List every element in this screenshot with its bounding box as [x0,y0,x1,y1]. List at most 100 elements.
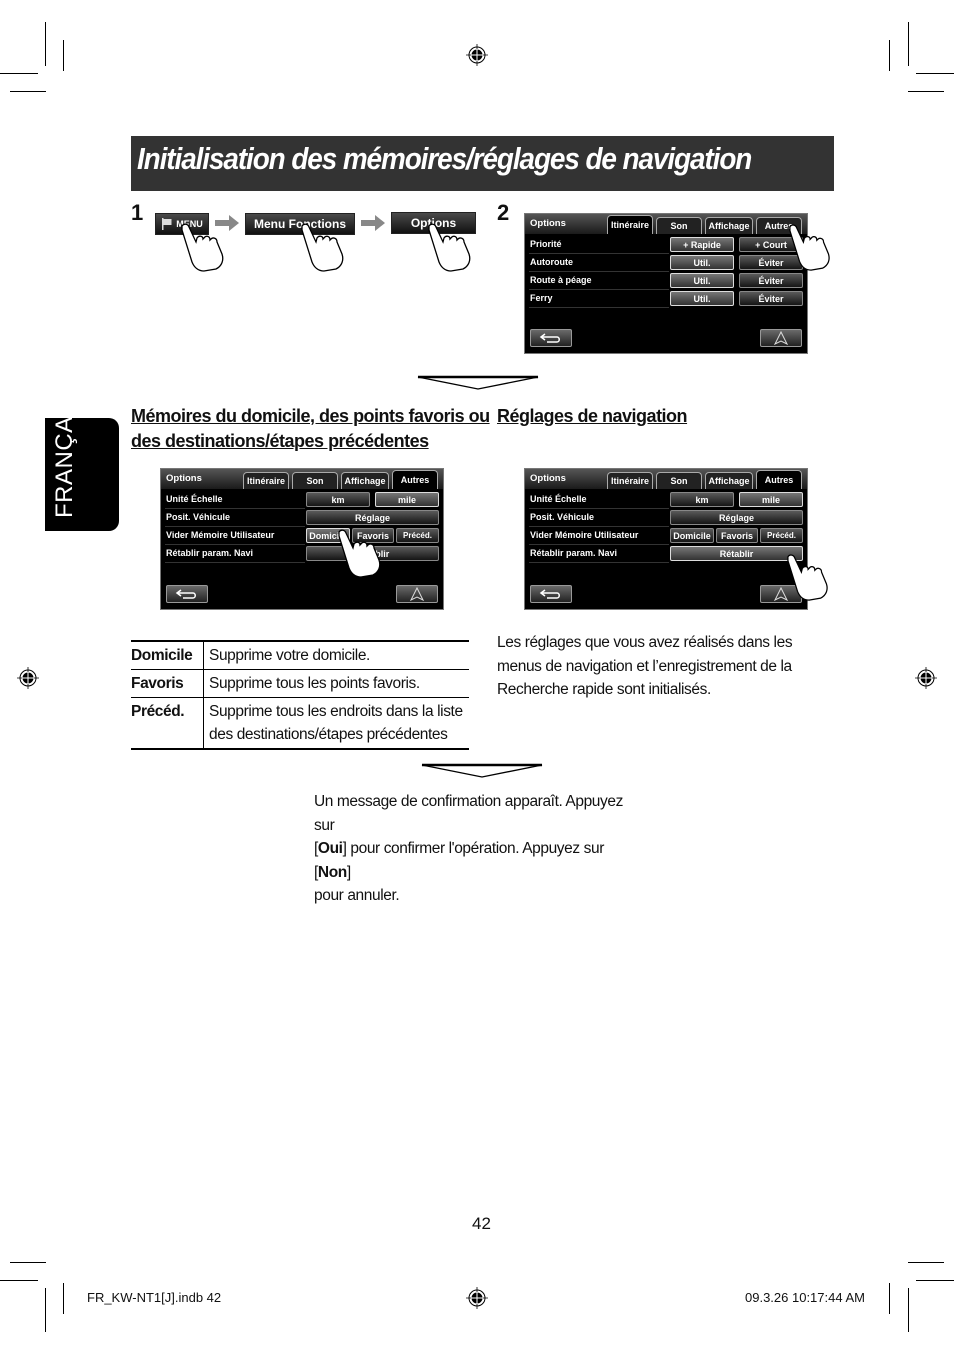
tab-autres[interactable]: Autres [756,470,802,489]
flag-icon [162,218,172,230]
pointing-hand-icon [428,223,471,272]
crop-mark [0,73,38,74]
domicile-button[interactable]: Domicile [670,528,714,543]
description: Supprime tous les points favoris. [203,669,469,698]
row-label-retablir-param: Rétablir param. Navi [166,548,254,558]
page-title: Initialisation des mémoires/réglages de … [137,141,752,176]
tab-son[interactable]: Son [656,217,702,234]
crop-mark [10,1262,46,1263]
row-label-ferry: Ferry [530,293,553,303]
pointing-hand-icon [787,554,828,601]
pointing-hand-icon [789,224,830,271]
confirmation-text: Un message de confirmation apparaît. App… [314,793,623,904]
tab-son[interactable]: Son [292,472,338,489]
crop-mark [45,22,46,66]
footer-file: FR_KW-NT1[J].indb 42 [87,1290,222,1305]
row-label-posit-vehicule: Posit. Véhicule [166,512,231,522]
table-row: Favoris Supprime tous les points favoris… [131,669,469,698]
description: Supprime tous les endroits dans la liste… [203,697,469,749]
term: Domicile [131,641,204,670]
row-label-vider-memoire: Vider Mémoire Utilisateur [530,530,639,540]
back-arrow-icon [175,589,196,599]
preced-button[interactable]: Précéd. [760,528,803,543]
language-label: FRANÇAIS [51,392,78,518]
navigation-arrow-icon [773,330,789,346]
options-screen-autres: Options Itinéraire Son Affichage Autres … [160,468,444,610]
row-label-priorite: Priorité [530,239,562,249]
tab-itineraire[interactable]: Itinéraire [243,472,289,489]
table-row: Précéd. Supprime tous les endroits dans … [131,697,469,749]
tab-son[interactable]: Son [656,472,702,489]
arrow-right-icon [361,215,385,231]
down-arrow-icon [421,763,543,778]
tab-autres[interactable]: Autres [392,470,438,489]
option-util[interactable]: Util. [670,255,734,270]
favoris-button[interactable]: Favoris [716,528,758,543]
screen-title: Options [530,473,566,484]
crop-mark [908,1288,909,1332]
option-eviter[interactable]: Éviter [739,291,803,306]
pointing-hand-icon [338,529,381,578]
tab-affichage[interactable]: Affichage [341,472,389,489]
back-button[interactable] [530,585,572,603]
back-arrow-icon [539,333,560,343]
back-button[interactable] [530,329,572,347]
tab-itineraire[interactable]: Itinéraire [607,215,653,234]
tab-itineraire[interactable]: Itinéraire [607,472,653,489]
step-number: 2 [497,200,510,225]
registration-mark-icon [17,667,39,689]
step-number: 1 [131,200,144,225]
option-km[interactable]: km [306,492,370,507]
description: Supprime votre domicile. [209,647,370,664]
crop-mark [10,91,46,92]
crop-mark [63,1283,64,1314]
option-rapide[interactable]: + Rapide [670,237,734,252]
navigation-description: Les réglages que vous avez réalisés dans… [497,634,793,698]
navigation-button[interactable] [396,585,438,603]
oui-label: Oui [317,840,343,857]
crop-mark [889,1283,890,1314]
option-util[interactable]: Util. [670,291,734,306]
navigation-arrow-icon [409,586,425,602]
option-mile[interactable]: mile [739,492,803,507]
table-row: Domicile Supprime votre domicile. [131,641,469,670]
memories-heading: Mémoires du domicile, des points favoris… [131,406,490,451]
retablir-button[interactable]: Rétablir [670,546,803,561]
tab-affichage[interactable]: Affichage [705,217,753,234]
option-mile[interactable]: mile [375,492,439,507]
preced-button[interactable]: Précéd. [396,528,439,543]
pointing-hand-icon [301,223,344,272]
language-tab: FRANÇAIS [45,393,119,531]
reglage-button[interactable]: Réglage [670,510,803,525]
navigation-heading: Réglages de navigation [497,406,688,426]
row-label-retablir-param: Rétablir param. Navi [530,548,618,558]
options-screen-autres: Options Itinéraire Son Affichage Autres … [524,468,808,610]
non-label: Non [317,863,347,881]
reglage-button[interactable]: Réglage [306,510,439,525]
row-label-unite-echelle: Unité Échelle [166,494,223,504]
option-util[interactable]: Util. [670,273,734,288]
crop-mark [908,91,944,92]
row-label-vider-memoire: Vider Mémoire Utilisateur [166,530,275,540]
navigation-button[interactable] [760,329,802,347]
crop-mark [63,40,64,71]
crop-mark [889,40,890,71]
registration-mark-icon [915,667,937,689]
crop-mark [0,1280,38,1281]
crop-mark [916,1280,954,1281]
registration-mark-icon [466,44,488,66]
tab-affichage[interactable]: Affichage [705,472,753,489]
back-button[interactable] [166,585,208,603]
definition-table: Domicile Supprime votre domicile. Favori… [131,640,469,750]
screen-title: Options [530,218,566,229]
crop-mark [908,1262,944,1263]
options-screen-itineraire: Options Itinéraire Son Affichage Autres … [524,213,808,354]
term: Précéd. [131,697,204,749]
row-label-autoroute: Autoroute [530,257,573,267]
down-arrow-icon [417,375,539,390]
pointing-hand-icon [181,223,224,272]
row-label-unite-echelle: Unité Échelle [530,494,587,504]
option-eviter[interactable]: Éviter [739,273,803,288]
term: Favoris [131,669,204,698]
option-km[interactable]: km [670,492,734,507]
